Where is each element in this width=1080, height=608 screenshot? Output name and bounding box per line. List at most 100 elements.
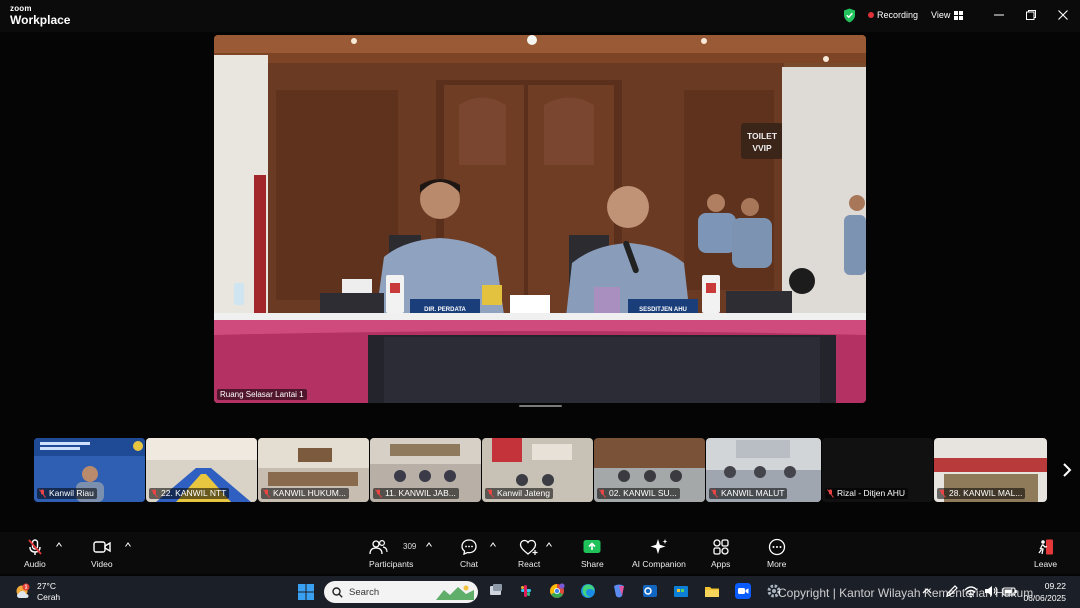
mic-muted-icon [263,489,270,498]
share-button[interactable]: Share [581,538,604,569]
mic-muted-icon [827,489,834,498]
chat-label: Chat [460,559,478,569]
participant-name: 11. KANWIL JAB... [385,488,456,498]
participant-tile[interactable]: Rizal - Ditjen AHU [822,438,933,502]
search-highlight-icon [436,585,474,600]
mic-muted-icon [939,489,946,498]
more-label: More [767,559,787,569]
nameplate-right: SESDITJEN AHU [639,307,687,313]
copyright-watermark: Copyright | Kantor Wilayah Kementerian H… [778,586,1034,600]
view-label: View [931,10,951,20]
ai-companion-label: AI Companion [632,559,686,569]
participants-icon [369,539,388,555]
store-icon[interactable] [673,583,689,599]
recording-indicator[interactable]: Recording [868,10,918,20]
view-button[interactable]: View [931,10,964,20]
meeting-toolbar: Audio Video Participants Chat React Shar… [0,532,1080,574]
participant-name: 28. KANWIL MAL... [949,488,1023,498]
minimize-icon[interactable] [993,9,1005,21]
chat-button[interactable]: Chat [460,538,478,569]
slack-icon[interactable] [518,583,534,599]
tile-label: 28. KANWIL MAL... [937,488,1026,499]
mic-muted-icon [28,539,42,555]
participant-tile[interactable]: KANWIL MALUT [706,438,821,502]
resize-handle[interactable] [519,405,562,407]
tile-label: 11. KANWIL JAB... [373,488,459,499]
tile-label: 02. KANWIL SU... [597,488,680,499]
participant-tile[interactable]: Kanwil Jateng [482,438,593,502]
mic-muted-icon [487,489,494,498]
share-screen-icon [583,540,601,553]
close-icon[interactable] [1057,9,1069,21]
tile-label: 22. KANWIL NTT [149,488,230,499]
participant-tile[interactable]: 02. KANWIL SU... [594,438,705,502]
participant-tile[interactable]: 22. KANWIL NTT [146,438,257,502]
tile-label: KANWIL MALUT [709,488,788,499]
leave-button[interactable]: Leave [1034,538,1057,569]
logo-top-text: zoom [10,4,32,13]
participant-name: 22. KANWIL NTT [161,488,227,498]
task-view-icon[interactable] [488,583,504,599]
participant-tile[interactable]: Kanwil Riau [34,438,145,502]
heart-icon [519,539,538,555]
participant-name: KANWIL HUKUM... [273,488,346,498]
mic-muted-icon [39,489,46,498]
chat-icon [461,539,477,556]
chevron-up-icon[interactable] [125,542,131,547]
tile-label: Kanwil Jateng [485,488,553,499]
more-button[interactable]: More [767,538,786,569]
weather-widget[interactable]: 1 27°C Cerah [14,581,60,603]
weather-badge: 1 [25,585,28,591]
file-explorer-icon[interactable] [704,583,720,599]
weather-sun-cloud-icon: 1 [16,583,30,598]
audio-button[interactable]: Audio [24,538,46,569]
leave-icon [1038,539,1053,555]
chevron-up-icon[interactable] [546,542,552,547]
participant-name: Kanwil Riau [49,488,94,498]
chevron-up-icon[interactable] [426,542,432,547]
video-button[interactable]: Video [91,538,113,569]
mic-muted-icon [711,489,718,498]
title-bar: zoom Workplace Recording View [0,0,1080,32]
participant-tile[interactable]: 11. KANWIL JAB... [370,438,481,502]
recording-label: Recording [877,10,919,20]
participants-count: 309 [403,542,417,551]
apps-button[interactable]: Apps [711,538,730,569]
share-label: Share [581,559,604,569]
chrome-icon[interactable] [549,583,565,599]
restore-icon[interactable] [1025,9,1037,21]
chevron-up-icon[interactable] [490,542,496,547]
mic-muted-icon [375,489,382,498]
search-icon [332,586,343,598]
edge-icon[interactable] [580,583,596,599]
react-label: React [518,559,541,569]
toilet-sign-text-2: VVIP [752,143,772,153]
shield-check-icon[interactable] [843,8,856,23]
windows-start-icon[interactable] [297,583,315,601]
apps-icon [713,539,729,555]
video-camera-icon [93,541,111,553]
participants-label: Participants [369,559,414,569]
zoom-logo: zoom Workplace [10,4,70,27]
main-video[interactable]: TOILET VVIP DIR. PERDATA SESDITJEN AHU R… [214,35,866,403]
outlook-icon[interactable] [642,583,658,599]
mic-muted-icon [151,489,158,498]
participant-name: Kanwil Jateng [497,488,550,498]
zoom-window: zoom Workplace Recording View TOILET VVI… [0,0,1080,608]
react-button[interactable]: React [518,538,540,569]
participant-name: Rizal - Ditjen AHU [837,488,906,498]
participant-name: 02. KANWIL SU... [609,488,677,498]
participant-tile[interactable]: 28. KANWIL MAL... [934,438,1047,502]
tile-label: Rizal - Ditjen AHU [825,488,909,499]
chevron-up-icon[interactable] [56,542,62,547]
audio-label: Audio [24,559,46,569]
taskbar-search[interactable]: Search [324,581,478,603]
participant-tile[interactable]: KANWIL HUKUM... [258,438,369,502]
copilot-icon[interactable] [611,583,627,599]
chevron-right-icon[interactable] [1062,462,1072,478]
ai-companion-button[interactable]: AI Companion [632,538,686,569]
leave-label: Leave [1034,559,1058,569]
apps-label: Apps [711,559,731,569]
recording-dot-icon [868,12,874,18]
zoom-app-icon[interactable] [735,583,751,599]
